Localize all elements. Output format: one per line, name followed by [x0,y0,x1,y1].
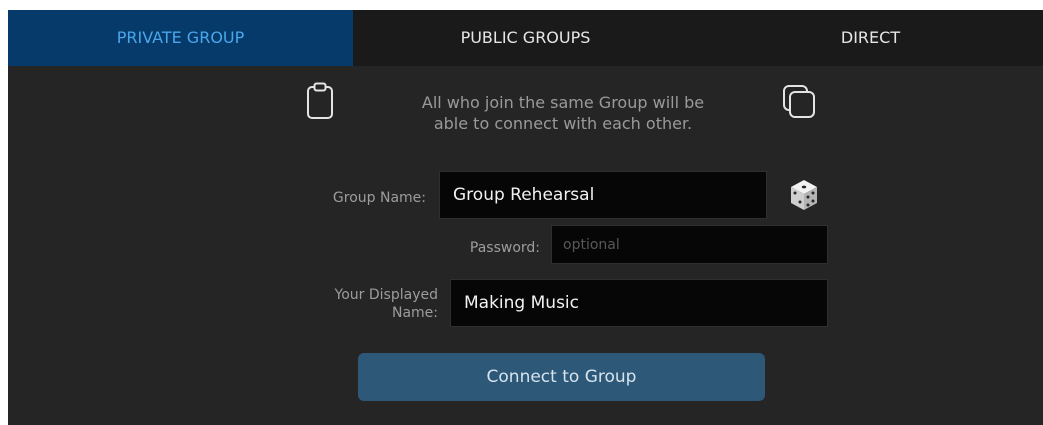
copy-icon[interactable] [782,84,818,120]
tab-private-group[interactable]: PRIVATE GROUP [8,10,353,66]
info-text: All who join the same Group will be able… [388,92,738,134]
display-name-label-line-2: Name: [391,305,438,321]
tab-bar: PRIVATE GROUP PUBLIC GROUPS DIRECT [8,10,1043,66]
display-name-label: Your Displayed Name: [258,286,438,322]
group-name-input[interactable] [439,171,767,219]
info-line-1: All who join the same Group will be [421,93,705,112]
password-input[interactable] [551,225,828,264]
tab-direct[interactable]: DIRECT [698,10,1043,66]
info-line-2: able to connect with each other. [433,114,693,133]
dice-icon[interactable] [789,179,819,211]
connect-button[interactable]: Connect to Group [358,353,765,401]
display-name-label-line-1: Your Displayed [334,287,438,303]
password-label: Password: [469,240,540,256]
clipboard-icon[interactable] [306,82,338,122]
group-name-label: Group Name: [332,190,426,206]
display-name-input[interactable] [450,279,828,327]
connect-panel: PRIVATE GROUP PUBLIC GROUPS DIRECT All w… [8,10,1043,425]
tab-public-groups[interactable]: PUBLIC GROUPS [353,10,698,66]
